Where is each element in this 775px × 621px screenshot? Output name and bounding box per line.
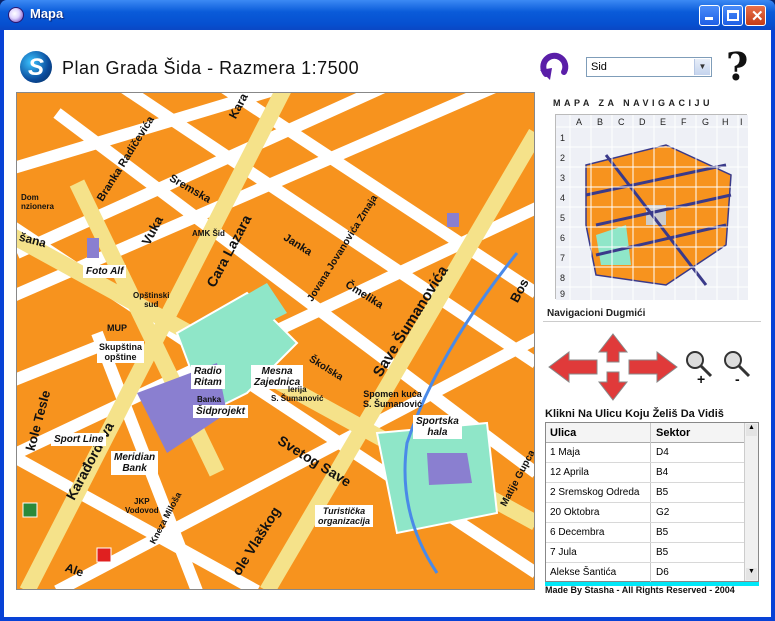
col-label: B [597, 117, 603, 127]
nav-buttons: + - [548, 333, 751, 401]
row-sektor: B4 [656, 467, 669, 478]
maximize-button[interactable] [722, 5, 743, 26]
streets-list[interactable]: Ulica Sektor 1 Maja D4 12 Aprila B4 2 Srem… [545, 422, 759, 583]
footer-credit: Made By Stasha - All Rights Reserved - 2… [545, 585, 735, 595]
place-radio-ritam[interactable]: Radio Ritam [191, 365, 225, 389]
arrow-left-icon[interactable] [548, 351, 598, 383]
row-ulica: 1 Maja [550, 447, 581, 458]
app-window: Mapa ✕ Plan Grada Šida - Razmera 1:7500 … [0, 0, 775, 621]
col-label: A [576, 117, 582, 127]
close-icon: ✕ [751, 8, 764, 25]
row-label: 6 [560, 233, 565, 243]
list-header: Ulica Sektor [546, 423, 744, 443]
row-label: 8 [560, 273, 565, 283]
list-scrollbar[interactable]: ▲ ▼ [744, 423, 758, 581]
navigation-title: MAPA ZA NAVIGACIJU [553, 98, 714, 108]
svg-text:-: - [735, 371, 740, 387]
city-map[interactable]: Branka Radičevića Sremska Vuka Cara Laza… [16, 92, 535, 590]
place-turisticka[interactable]: Turistička organizacija [315, 505, 374, 527]
col-label: F [681, 117, 687, 127]
row-ulica: Alekse Šantića [550, 567, 617, 578]
mini-map-grid[interactable]: A B C D E F G H I 1 2 3 4 5 6 7 8 9 [556, 115, 748, 300]
row-ulica: 2 Sremskog Odreda [550, 487, 640, 498]
arrow-right-icon[interactable] [628, 351, 678, 383]
place-sport-line[interactable]: Sport Line [51, 433, 107, 446]
row-label: 9 [560, 289, 565, 299]
mini-map[interactable]: A B C D E F G H I 1 2 3 4 5 6 7 8 9 [555, 114, 748, 300]
svg-text:+: + [697, 371, 705, 387]
place-foto-alf[interactable]: Foto Alf [83, 265, 127, 278]
place-opstinski-sud[interactable]: Opštinski sud [133, 291, 169, 309]
col-label: I [740, 117, 743, 127]
row-sektor: D6 [656, 567, 669, 578]
app-icon [8, 7, 24, 23]
place-meridian-bank[interactable]: Meridian Bank [111, 451, 159, 475]
arrow-up-icon[interactable] [597, 333, 629, 363]
scroll-up-icon[interactable]: ▲ [746, 424, 757, 436]
row-ulica: 20 Oktobra [550, 507, 600, 518]
table-row[interactable]: Alekse Šantića D6 [546, 563, 744, 583]
place-spomen-kuca[interactable]: Spomen kuća S. Šumanović [363, 389, 422, 409]
refresh-icon[interactable] [538, 50, 572, 84]
app-logo-icon [20, 51, 52, 83]
row-sektor: B5 [656, 547, 669, 558]
zoom-out-icon[interactable]: - [724, 351, 751, 387]
scroll-down-icon[interactable]: ▼ [746, 568, 757, 580]
zoom-in-icon[interactable]: + [686, 351, 713, 387]
row-ulica: 6 Decembra [550, 527, 605, 538]
title-bar[interactable]: Mapa ✕ [0, 0, 775, 30]
table-row[interactable]: 7 Jula B5 [546, 543, 744, 563]
place-banka[interactable]: Banka [197, 395, 221, 404]
row-sektor: D4 [656, 447, 669, 458]
col-header-ulica[interactable]: Ulica [550, 427, 576, 439]
place-dom[interactable]: Dom nzionera [21, 193, 54, 211]
chevron-down-icon[interactable]: ▼ [694, 59, 710, 75]
table-row[interactable]: 1 Maja D4 [546, 443, 744, 463]
row-sektor: G2 [656, 507, 670, 518]
row-ulica: 12 Aprila [550, 467, 589, 478]
place-sportska-hala[interactable]: Sportska hala [413, 415, 462, 439]
table-row[interactable]: 20 Oktobra G2 [546, 503, 744, 523]
help-icon[interactable]: ? [726, 44, 748, 89]
close-button[interactable]: ✕ [745, 5, 766, 26]
town-select-value: Sid [591, 61, 607, 73]
place-sidprojekt[interactable]: Šidprojekt [193, 405, 248, 418]
row-label: 2 [560, 153, 565, 163]
table-row[interactable]: 6 Decembra B5 [546, 523, 744, 543]
row-label: 3 [560, 173, 565, 183]
table-row[interactable]: 12 Aprila B4 [546, 463, 744, 483]
place-jkp-vodovod[interactable]: JKP Vodovod [125, 497, 159, 515]
row-sektor: B5 [656, 487, 669, 498]
table-row[interactable]: 2 Sremskog Odreda B5 [546, 483, 744, 503]
row-label: 7 [560, 253, 565, 263]
col-label: G [702, 117, 709, 127]
place-amk[interactable]: AMK Šid [192, 229, 225, 238]
streets-heading: Klikni Na Ulicu Koju Želiš Da Vidiš [545, 408, 724, 420]
col-label: D [639, 117, 646, 127]
row-label: 1 [560, 133, 565, 143]
nav-buttons-title: Navigacioni Dugmići [543, 308, 761, 322]
window-title: Mapa [30, 6, 64, 21]
place-skupstina[interactable]: Skupština opštine [97, 341, 145, 363]
row-label: 5 [560, 213, 565, 223]
col-label: E [660, 117, 666, 127]
row-label: 4 [560, 193, 565, 203]
minimize-button[interactable] [699, 5, 720, 26]
page-title: Plan Grada Šida - Razmera 1:7500 [62, 58, 360, 78]
row-ulica: 7 Jula [550, 547, 577, 558]
place-mup[interactable]: MUP [107, 323, 127, 333]
col-label: H [722, 117, 729, 127]
col-label: C [618, 117, 625, 127]
arrow-down-icon[interactable] [597, 371, 629, 401]
row-sektor: B5 [656, 527, 669, 538]
client-area: Plan Grada Šida - Razmera 1:7500 Sid ▼ ? [4, 30, 771, 617]
right-panel: MAPA ZA NAVIGACIJU A B C D E F G H I 1 2… [543, 92, 765, 602]
place-galerija[interactable]: lerija S. Šumanović [271, 385, 323, 403]
town-select[interactable]: Sid ▼ [586, 57, 712, 77]
col-header-sektor[interactable]: Sektor [656, 427, 690, 439]
